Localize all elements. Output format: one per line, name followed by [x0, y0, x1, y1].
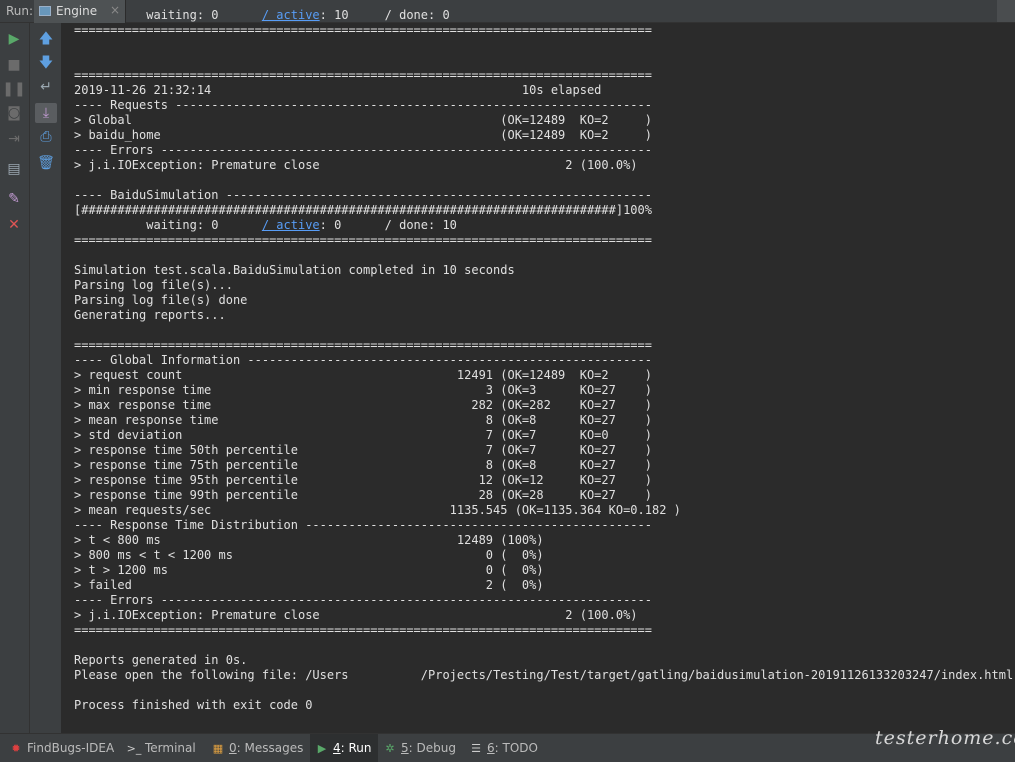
- console-line: ---- Errors ----------------------------…: [74, 593, 652, 607]
- console-line: ========================================…: [74, 623, 652, 637]
- console-line: ---- Global Information ----------------…: [74, 353, 652, 367]
- console-output[interactable]: waiting: 0 / active: 10 / done: 0 =======…: [62, 8, 1015, 733]
- console-line: > j.i.IOException: Premature close 2 (10…: [74, 608, 638, 622]
- pause-icon[interactable]: ❚❚: [2, 79, 25, 99]
- tool-window-bar: ✹ FindBugs-IDEA >_ Terminal ▦ 0: Messages ▶ 4: …: [0, 733, 1015, 762]
- terminal-icon: >_: [126, 741, 142, 755]
- console-line: > j.i.IOException: Premature close 2 (10…: [74, 158, 638, 172]
- console-line: ========================================…: [74, 233, 652, 247]
- tab-run[interactable]: ▶ 4: Run: [310, 734, 378, 762]
- tab-findbugs-text: FindBugs-IDEA: [27, 741, 115, 755]
- tab-messages-label: 0: Messages: [229, 741, 303, 755]
- tab-terminal-text: Terminal: [145, 741, 196, 755]
- console-line: ---- Response Time Distribution --------…: [74, 518, 652, 532]
- run-toolbar-secondary: 🡅 🡇 ↵ ⤓ ⎙ 🗑: [30, 23, 62, 733]
- tab-findbugs-label: FindBugs-IDEA: [27, 741, 114, 755]
- console-line: > std deviation 7 (OK=7 KO=0 ): [74, 428, 652, 442]
- console-line: ========================================…: [74, 68, 652, 82]
- findbugs-icon: ✹: [11, 741, 21, 755]
- tab-findbugs[interactable]: ✹ FindBugs-IDEA: [4, 734, 120, 762]
- tab-todo-number: 6: [487, 741, 495, 755]
- console-line: ========================================…: [74, 338, 652, 352]
- tab-terminal-label: Terminal: [145, 741, 196, 755]
- console-line: ========================================…: [74, 23, 652, 37]
- console-line: > response time 99th percentile 28 (OK=2…: [74, 488, 652, 502]
- debug-icon: ✲: [385, 741, 395, 755]
- todo-icon: ☰: [471, 741, 481, 755]
- messages-icon: ▦: [212, 741, 224, 755]
- tab-debug-number: 5: [401, 741, 409, 755]
- console-line: Generating reports...: [74, 308, 226, 322]
- console-line: 2019-11-26 21:32:14 10s elapsed: [74, 83, 602, 97]
- layout-icon[interactable]: ▤: [3, 159, 25, 179]
- active-link[interactable]: / active: [262, 8, 320, 22]
- console-line: ---- BaiduSimulation -------------------…: [74, 188, 652, 202]
- console-tab-icon: [39, 6, 51, 16]
- console-line: Parsing log file(s) done: [74, 293, 248, 307]
- tab-todo-text: : TODO: [494, 741, 538, 755]
- console-line: > min response time 3 (OK=3 KO=27 ): [74, 383, 652, 397]
- watermark: testerhome.com: [875, 727, 1015, 749]
- console-line: > t < 800 ms 12489 (100%): [74, 533, 544, 547]
- tab-todo[interactable]: ☰ 6: TODO: [464, 734, 544, 762]
- console-line: Reports generated in 0s.: [74, 653, 248, 667]
- console-line: Simulation test.scala.BaiduSimulation co…: [74, 263, 515, 277]
- tab-messages-text: : Messages: [236, 741, 304, 755]
- rerun-icon[interactable]: ▶: [3, 29, 25, 49]
- console-line: > max response time 282 (OK=282 KO=27 ): [74, 398, 652, 412]
- console-line: Parsing log file(s)...: [74, 278, 233, 292]
- console-lines: waiting: 0 / active: 10 / done: 0 =======…: [62, 8, 1015, 713]
- tab-run-text: : Run: [340, 741, 372, 755]
- scroll-to-end-icon[interactable]: ⤓: [35, 103, 57, 123]
- console-line: > response time 95th percentile 12 (OK=1…: [74, 473, 652, 487]
- console-line: > response time 75th percentile 8 (OK=8 …: [74, 458, 652, 472]
- active-link[interactable]: / active: [262, 218, 320, 232]
- run-toolbar-primary: ▶ ■ ❚❚ ◙ ⇥ ▤ ✎ ✕: [0, 23, 30, 733]
- tab-messages-number: 0: [229, 741, 237, 755]
- tab-todo-label: 6: TODO: [487, 741, 538, 755]
- console-line: > Global (OK=12489 KO=2 ): [74, 113, 652, 127]
- console-line: [#######################################…: [74, 203, 652, 217]
- console-line: > failed 2 ( 0%): [74, 578, 544, 592]
- console-line: > 800 ms < t < 1200 ms 0 ( 0%): [74, 548, 544, 562]
- console-line: ---- Requests --------------------------…: [74, 98, 652, 112]
- console-line: ---- Errors ----------------------------…: [74, 143, 652, 157]
- exit-icon[interactable]: ⇥: [3, 129, 25, 149]
- console-line: waiting: 0 / active: 0 / done: 10: [74, 218, 457, 232]
- tab-run-label: 4: Run: [333, 741, 372, 755]
- stop-icon[interactable]: ■: [3, 55, 25, 75]
- tab-messages[interactable]: ▦ 0: Messages: [206, 734, 309, 762]
- console-line: waiting: 0 / active: 10 / done: 0: [74, 8, 450, 22]
- console-line: > response time 50th percentile 7 (OK=7 …: [74, 443, 652, 457]
- console-line: > mean requests/sec 1135.545 (OK=1135.36…: [74, 503, 681, 517]
- arrow-up-icon[interactable]: 🡅: [35, 29, 57, 49]
- console-line: > t > 1200 ms 0 ( 0%): [74, 563, 544, 577]
- print-icon[interactable]: ⎙: [35, 127, 57, 147]
- tab-debug-label: 5: Debug: [401, 741, 456, 755]
- pin-icon[interactable]: ✎: [3, 189, 25, 209]
- tab-debug-text: : Debug: [408, 741, 456, 755]
- tab-debug[interactable]: ✲ 5: Debug: [378, 734, 462, 762]
- console-line: > request count 12491 (OK=12489 KO=2 ): [74, 368, 652, 382]
- run-icon: ▶: [317, 741, 327, 755]
- arrow-down-icon[interactable]: 🡇: [35, 53, 57, 73]
- console-line: Please open the following file: /Users /…: [74, 668, 1014, 682]
- soft-wrap-icon[interactable]: ↵: [35, 77, 57, 97]
- tab-terminal[interactable]: >_ Terminal: [122, 734, 202, 762]
- close-icon[interactable]: ✕: [3, 215, 25, 235]
- run-label: Run:: [6, 4, 34, 18]
- console-line: > mean response time 8 (OK=8 KO=27 ): [74, 413, 652, 427]
- console-line: > baidu_home (OK=12489 KO=2 ): [74, 128, 652, 142]
- console-line: Process finished with exit code 0: [74, 698, 313, 712]
- tab-run-number: 4: [333, 741, 341, 755]
- camera-icon[interactable]: ◙: [3, 103, 25, 123]
- trash-icon[interactable]: 🗑: [35, 153, 57, 173]
